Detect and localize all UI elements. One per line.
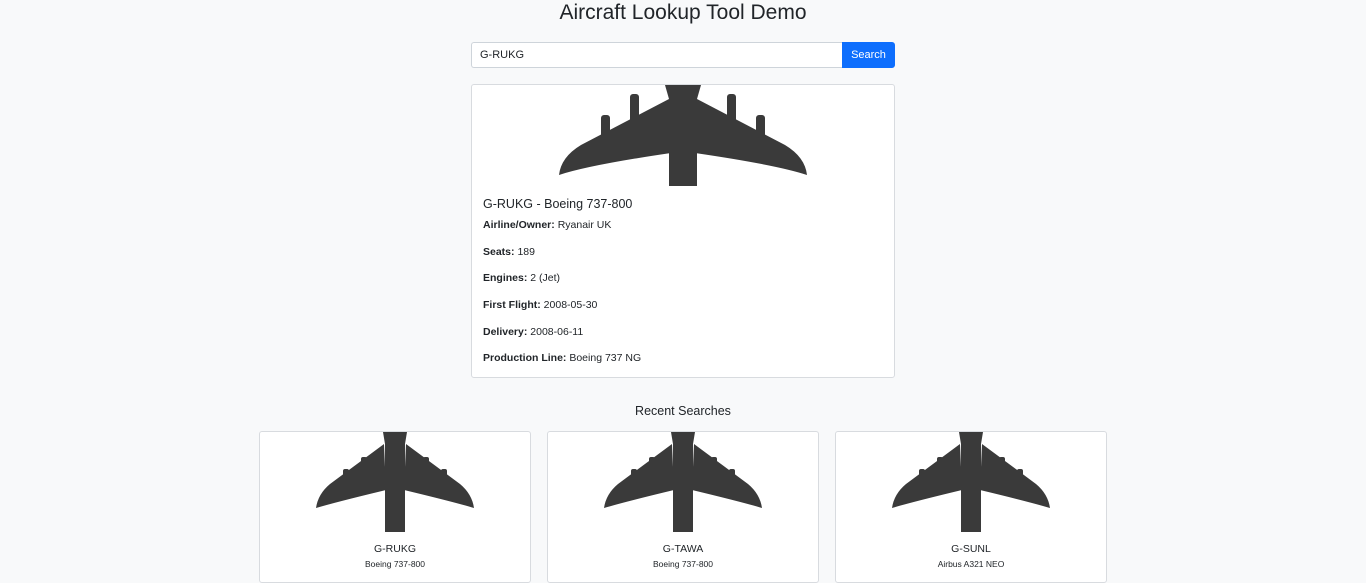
field-first-flight: First Flight: 2008-05-30 (483, 299, 597, 312)
search-input[interactable] (471, 42, 842, 68)
aircraft-detail-card: G-RUKG - Boeing 737-800 Airline/Owner: R… (471, 84, 895, 378)
airplane-silhouette-icon (604, 432, 762, 532)
recent-search-card[interactable]: G-TAWA Boeing 737-800 (547, 431, 819, 583)
field-value: Ryanair UK (557, 219, 612, 231)
aircraft-heading: G-RUKG - Boeing 737-800 (483, 197, 633, 211)
recent-aircraft-type: Boeing 737-800 (652, 559, 714, 569)
search-button[interactable]: Search (842, 42, 895, 68)
field-delivery: Delivery: 2008-06-11 (483, 326, 583, 339)
page-title: Aircraft Lookup Tool Demo (559, 1, 807, 24)
aircraft-image (548, 432, 818, 532)
recent-search-card[interactable]: G-RUKG Boeing 737-800 (259, 431, 531, 583)
airplane-silhouette-icon (316, 432, 474, 532)
field-value: 2008-06-11 (530, 326, 584, 338)
recent-aircraft-type: Airbus A321 NEO (937, 559, 1005, 569)
field-label: Delivery: (483, 326, 528, 338)
recent-search-card[interactable]: G-SUNL Airbus A321 NEO (835, 431, 1107, 583)
recent-registration: G-SUNL (951, 543, 991, 555)
field-seats: Seats: 189 (483, 246, 535, 259)
field-label: First Flight: (483, 299, 541, 311)
field-value: 2 (Jet) (530, 272, 561, 284)
recent-registration: G-TAWA (662, 543, 704, 555)
search-form: Search (471, 42, 895, 68)
field-value: 2008-05-30 (543, 299, 598, 311)
aircraft-image (472, 85, 894, 186)
field-airline-owner: Airline/Owner: Ryanair UK (483, 219, 611, 232)
field-label: Seats: (483, 246, 515, 258)
field-engines: Engines: 2 (Jet) (483, 272, 560, 285)
recent-searches-title: Recent Searches (635, 404, 731, 418)
field-label: Production Line: (483, 352, 567, 364)
field-production-line: Production Line: Boeing 737 NG (483, 352, 641, 365)
field-value: 189 (517, 246, 535, 258)
aircraft-image (836, 432, 1106, 532)
recent-aircraft-type: Boeing 737-800 (364, 559, 426, 569)
airplane-silhouette-icon (892, 432, 1050, 532)
field-label: Engines: (483, 272, 528, 284)
aircraft-image (260, 432, 530, 532)
airplane-silhouette-icon (559, 85, 807, 186)
field-value: Boeing 737 NG (569, 352, 642, 364)
recent-registration: G-RUKG (374, 543, 416, 555)
field-label: Airline/Owner: (483, 219, 555, 231)
